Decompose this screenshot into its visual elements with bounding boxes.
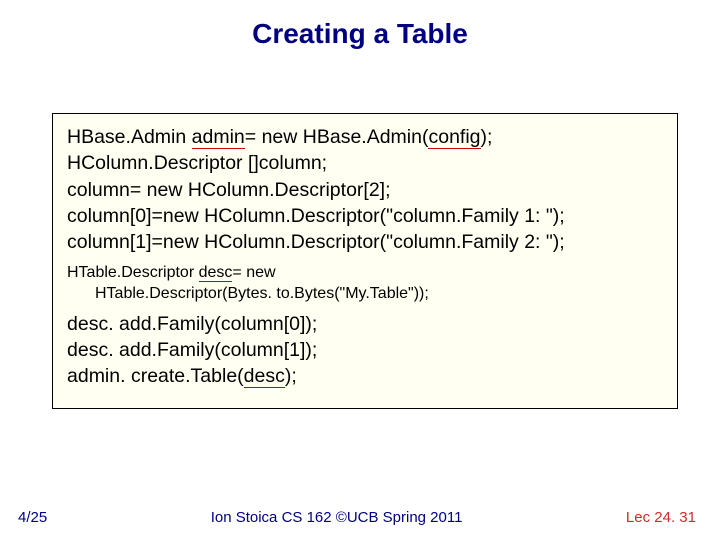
code-line-7: HTable.Descriptor(Bytes. to.Bytes("My.Ta… bbox=[67, 283, 663, 305]
t: = new HBase.Admin( bbox=[245, 126, 429, 148]
code-line-10: admin. create.Table(desc); bbox=[67, 363, 663, 389]
t: admin. create.Table( bbox=[67, 365, 244, 387]
slide-title: Creating a Table bbox=[0, 0, 720, 58]
underline-desc: desc bbox=[199, 264, 233, 282]
t: ); bbox=[481, 126, 493, 148]
code-line-5: column[1]=new HColumn.Descriptor("column… bbox=[67, 229, 663, 255]
code-line-3: column= new HColumn.Descriptor[2]; bbox=[67, 177, 663, 203]
code-line-6: HTable.Descriptor desc= new bbox=[67, 262, 663, 284]
t: = new bbox=[232, 264, 275, 281]
t: ); bbox=[285, 365, 297, 387]
code-line-2: HColumn.Descriptor []column; bbox=[67, 150, 663, 176]
code-line-9: desc. add.Family(column[1]); bbox=[67, 337, 663, 363]
footer-center: Ion Stoica CS 162 ©UCB Spring 2011 bbox=[211, 509, 463, 526]
code-box: HBase.Admin admin= new HBase.Admin(confi… bbox=[52, 113, 678, 409]
footer-right: Lec 24. 31 bbox=[626, 509, 696, 526]
underline-config: config bbox=[428, 126, 480, 149]
code-line-8: desc. add.Family(column[0]); bbox=[67, 311, 663, 337]
code-line-4: column[0]=new HColumn.Descriptor("column… bbox=[67, 203, 663, 229]
t: HTable.Descriptor bbox=[67, 264, 199, 281]
underline-desc2: desc bbox=[244, 365, 285, 388]
t: HBase.Admin bbox=[67, 126, 192, 148]
footer-left: 4/25 bbox=[18, 509, 47, 526]
code-line-1: HBase.Admin admin= new HBase.Admin(confi… bbox=[67, 124, 663, 150]
footer: 4/25 Ion Stoica CS 162 ©UCB Spring 2011 … bbox=[0, 509, 720, 526]
underline-admin: admin bbox=[192, 126, 245, 149]
